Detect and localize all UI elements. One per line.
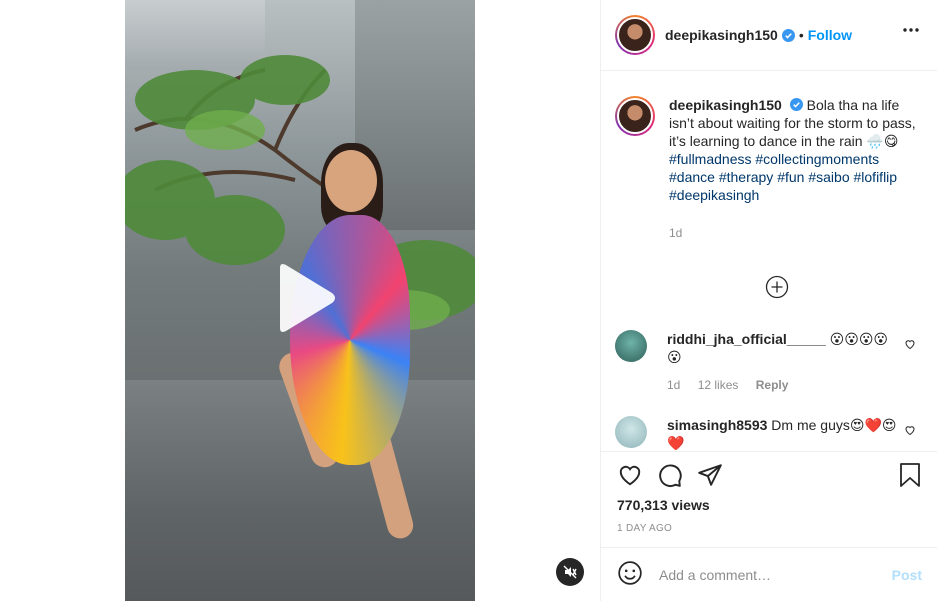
comment-item: simasingh8593 Dm me guys😍❤️😍❤️: [615, 416, 930, 450]
hashtag[interactable]: #lofiflip: [854, 169, 898, 185]
caption-time[interactable]: 1d: [669, 224, 919, 242]
commenter-username[interactable]: simasingh8593: [667, 417, 767, 433]
dancer-dress: [290, 215, 410, 465]
hashtag[interactable]: #saibo: [808, 169, 849, 185]
instagram-post-modal: deepikasingh150 • Follow deepikasingh150: [0, 0, 937, 601]
play-icon[interactable]: [272, 262, 338, 334]
post-sidebar: deepikasingh150 • Follow deepikasingh150: [600, 0, 937, 601]
commenter-username[interactable]: riddhi_jha_official_____: [667, 331, 826, 347]
save-bookmark-icon[interactable]: [898, 462, 922, 491]
post-timestamp[interactable]: 1 DAY AGO: [617, 523, 672, 534]
hashtag[interactable]: #fullmadness: [669, 151, 752, 167]
commenter-avatar[interactable]: [615, 416, 647, 448]
post-comment-button[interactable]: Post: [892, 567, 922, 583]
follow-button[interactable]: Follow: [808, 27, 852, 43]
emoji-icon[interactable]: [617, 560, 643, 589]
mute-icon[interactable]: [556, 558, 584, 586]
hashtag[interactable]: #dance: [669, 169, 715, 185]
caption: deepikasingh150 Bola tha na life isn’t a…: [601, 72, 937, 242]
share-icon[interactable]: [697, 462, 723, 491]
caption-avatar[interactable]: [615, 96, 655, 136]
more-options-icon[interactable]: [903, 28, 919, 32]
reply-button[interactable]: Reply: [756, 378, 789, 392]
post-media: [0, 0, 600, 601]
author-username[interactable]: deepikasingh150: [665, 27, 778, 43]
comments-scroll-area[interactable]: deepikasingh150 Bola tha na life isn’t a…: [601, 72, 937, 450]
caption-username[interactable]: deepikasingh150: [669, 97, 782, 113]
heart-icon[interactable]: [904, 424, 916, 436]
comment-input[interactable]: [659, 566, 874, 583]
comment-likes[interactable]: 12 likes: [698, 378, 739, 392]
author-avatar[interactable]: [615, 15, 655, 55]
hashtag[interactable]: #collectingmoments: [755, 151, 879, 167]
add-comment-bar: Post: [601, 547, 937, 601]
add-comment-plus-icon[interactable]: [765, 275, 789, 299]
separator-dot: •: [798, 27, 804, 43]
comment-time[interactable]: 1d: [667, 378, 680, 392]
hashtag[interactable]: #therapy: [719, 169, 773, 185]
comment-icon[interactable]: [657, 462, 683, 491]
hashtag[interactable]: #deepikasingh: [669, 187, 759, 203]
commenter-avatar[interactable]: [615, 330, 647, 362]
view-count[interactable]: 770,313 views: [617, 497, 710, 513]
comment-item: riddhi_jha_official_____ 😮😮😮😮😮 1d 12 lik…: [615, 330, 930, 394]
verified-badge-icon: [789, 98, 803, 111]
hashtag[interactable]: #fun: [777, 169, 804, 185]
verified-badge-icon: [781, 28, 795, 42]
heart-icon[interactable]: [904, 338, 916, 350]
heart-icon[interactable]: [617, 462, 643, 491]
post-actions: 770,313 views 1 DAY AGO: [601, 451, 937, 547]
post-header: deepikasingh150 • Follow: [601, 0, 937, 71]
dancer-head: [325, 150, 377, 212]
